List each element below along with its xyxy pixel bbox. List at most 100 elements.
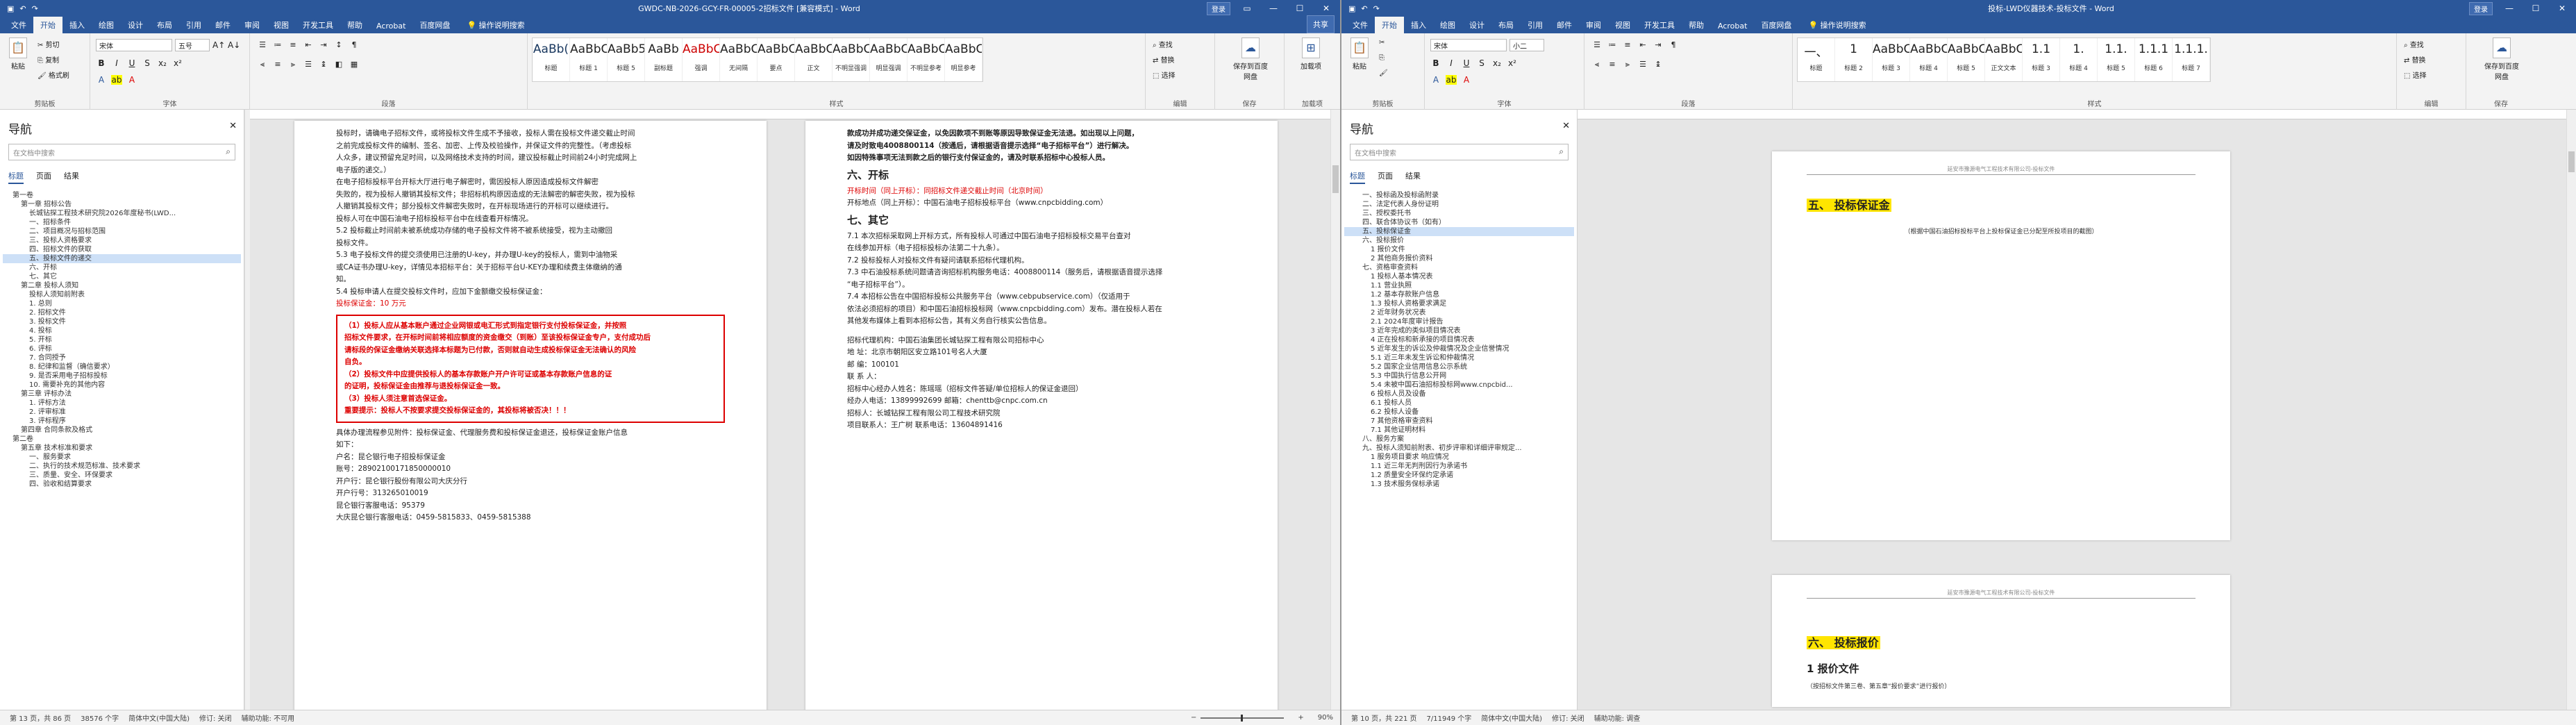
nav-heading-item[interactable]: 六、开标 [3, 263, 241, 272]
nav-heading-item[interactable]: 一、投标函及投标函附录 [1344, 191, 1574, 200]
text-effect-icon[interactable]: A [96, 75, 107, 85]
nav-tab[interactable]: 结果 [1405, 170, 1421, 184]
minimize-icon[interactable]: — [1264, 3, 1283, 13]
subscript-icon[interactable]: x₂ [157, 58, 168, 68]
style-item[interactable]: AaBbCcDd 无间隔 [720, 38, 758, 81]
ribbon-tab[interactable]: 绘图 [1433, 17, 1462, 33]
ribbon-tab[interactable]: 百度网盘 [1754, 17, 1798, 33]
align-right-icon[interactable]: ⫸ [287, 60, 299, 69]
ribbon-tab[interactable]: 审阅 [1579, 17, 1608, 33]
save-icon[interactable]: ▣ [7, 4, 14, 13]
document-page-right[interactable]: 款成功并成功递交保证金，以免因款项不到账等原因导致保证金无法退。如出现以上问题，… [805, 121, 1278, 710]
nav-heading-item[interactable]: 1.3 技术服务保标承诺 [1344, 480, 1574, 489]
style-item[interactable]: AaBbCcDd 正文文本 [1985, 38, 2023, 81]
style-item[interactable]: AaBbCcI 标题 4 [1910, 38, 1948, 81]
style-item[interactable]: 一、 标题 [1798, 38, 1835, 81]
redo-icon[interactable]: ↷ [32, 4, 38, 13]
scroll-thumb[interactable] [2568, 151, 2575, 172]
style-item[interactable]: AaBbCcDd 明显强调 [870, 38, 908, 81]
show-marks-icon[interactable]: ¶ [349, 40, 360, 49]
paste-button[interactable]: 📋 粘贴 [1346, 38, 1373, 71]
replace-button[interactable]: ⇄ 替换 [2404, 54, 2426, 65]
style-item[interactable]: AaBb5 标题 5 [608, 38, 645, 81]
undo-icon[interactable]: ↶ [19, 4, 26, 13]
align-center-icon[interactable]: ≡ [272, 60, 283, 69]
nav-heading-item[interactable]: 1 投标人基本情况表 [1344, 272, 1574, 281]
bullets-icon[interactable]: ☰ [257, 40, 268, 49]
document-page-left[interactable]: 投标时，请确电子招标文件，或将投标文件生成不予接收，投标人需在投标文件递交截止时… [294, 121, 767, 710]
nav-heading-item[interactable]: 1.1 营业执照 [1344, 281, 1574, 290]
ribbon-tab[interactable]: 开始 [33, 17, 62, 33]
nav-heading-item[interactable]: 第一卷 [3, 191, 241, 200]
select-button[interactable]: ⬚ 选择 [2404, 69, 2427, 80]
align-center-icon[interactable]: ≡ [1607, 60, 1618, 69]
style-item[interactable]: 1.1 标题 3 [2023, 38, 2060, 81]
superscript-icon[interactable]: x² [1507, 58, 1518, 68]
addins-button[interactable]: ⊞ 加载项 [1297, 38, 1325, 71]
nav-heading-item[interactable]: 9. 是否采用电子招标投标 [3, 372, 241, 381]
shrink-font-icon[interactable]: A↓ [228, 40, 240, 50]
nav-heading-item[interactable]: 第五章 技术标准和要求 [3, 444, 241, 453]
nav-heading-item[interactable]: 4 正在投标和新承接的项目情况表 [1344, 335, 1574, 344]
show-marks-icon[interactable]: ¶ [1668, 40, 1679, 49]
strikethrough-icon[interactable]: S [1476, 58, 1487, 68]
ribbon-tab[interactable]: 邮件 [208, 17, 237, 33]
minimize-icon[interactable]: — [2500, 3, 2519, 13]
style-item[interactable]: AaBbCcDd 明显参考 [945, 38, 982, 81]
style-item[interactable]: AaBbCcDc 正文 [795, 38, 833, 81]
ribbon-tab[interactable]: 设计 [1462, 17, 1491, 33]
nav-heading-item[interactable]: 第二章 投标人须知 [3, 281, 241, 290]
subscript-icon[interactable]: x₂ [1491, 58, 1503, 68]
style-item[interactable]: 1.1. 标题 5 [2098, 38, 2135, 81]
nav-heading-item[interactable]: 7 其他资格审查资料 [1344, 417, 1574, 426]
align-left-icon[interactable]: ⫷ [1591, 60, 1603, 69]
zoom-out-icon[interactable]: − [1191, 714, 1196, 722]
tell-me-search[interactable]: 💡 操作说明搜索 [462, 17, 528, 33]
cut-button[interactable]: ✂ 剪切 [37, 39, 60, 49]
style-item[interactable]: 1.1.1. 标题 7 [2173, 38, 2210, 81]
nav-heading-item[interactable]: 二、项目概况与招标范围 [3, 227, 241, 236]
close-icon[interactable]: ✕ [1316, 3, 1336, 13]
nav-heading-item[interactable]: 七、其它 [3, 272, 241, 281]
document-page-price[interactable]: 延安市豫源电气工程技术有限公司-投标文件 六、 投标报价 1 报价文件 （按招标… [1772, 575, 2230, 707]
nav-heading-item[interactable]: 3 近年完成的类似项目情况表 [1344, 326, 1574, 335]
ribbon-tab[interactable]: 插入 [62, 17, 92, 33]
nav-tab[interactable]: 标题 [1350, 170, 1365, 184]
ribbon-tab[interactable]: 邮件 [1550, 17, 1579, 33]
nav-heading-item[interactable]: 6.2 投标人设备 [1344, 408, 1574, 417]
nav-heading-item[interactable]: 2. 评审标准 [3, 408, 241, 417]
font-color-icon[interactable]: A [1461, 75, 1472, 85]
ribbon-tab[interactable]: 开发工具 [296, 17, 340, 33]
nav-heading-item[interactable]: 2 近年财务状况表 [1344, 308, 1574, 317]
ribbon-tab[interactable]: 帮助 [340, 17, 369, 33]
numbering-icon[interactable]: ≔ [272, 40, 283, 49]
nav-search-input[interactable]: 在文档中搜索 ⌕ [1350, 144, 1569, 160]
ribbon-tab[interactable]: 文件 [4, 17, 33, 33]
nav-heading-item[interactable]: 1.3 投标人资格要求满足 [1344, 299, 1574, 308]
nav-heading-item[interactable]: 1 服务项目要求 响应情况 [1344, 453, 1574, 462]
zoom-in-icon[interactable]: + [1298, 714, 1303, 722]
zoom-level[interactable]: 90% [1318, 714, 1333, 722]
bold-icon[interactable]: B [96, 58, 107, 68]
style-item[interactable]: AaBbCcI 标题 1 [570, 38, 608, 81]
copy-button[interactable]: ⎘ 复制 [37, 54, 59, 65]
nav-heading-item[interactable]: 4. 投标 [3, 326, 241, 335]
underline-icon[interactable]: U [126, 58, 137, 68]
nav-heading-item[interactable]: 7.1 其他证明材料 [1344, 426, 1574, 435]
justify-icon[interactable]: ☰ [303, 60, 314, 69]
ribbon-tab[interactable]: 百度网盘 [412, 17, 457, 33]
nav-heading-item[interactable]: 2 其他商务报价资料 [1344, 254, 1574, 263]
accessibility[interactable]: 辅助功能: 不可用 [242, 712, 295, 723]
align-right-icon[interactable]: ⫸ [1622, 60, 1633, 69]
doc-scrollbar[interactable] [2566, 110, 2576, 710]
ribbon-tab[interactable]: 插入 [1404, 17, 1433, 33]
font-name-select[interactable]: 宋体 [96, 39, 172, 51]
sort-icon[interactable]: ↕ [333, 40, 344, 49]
strikethrough-icon[interactable]: S [142, 58, 153, 68]
text-effect-icon[interactable]: A [1430, 75, 1441, 85]
style-item[interactable]: AaBbCcDd 强调 [683, 38, 720, 81]
nav-tab[interactable]: 页面 [36, 170, 51, 184]
multilevel-icon[interactable]: ≡ [287, 40, 299, 49]
select-button[interactable]: ⬚ 选择 [1153, 69, 1176, 80]
cut-icon[interactable]: ✂ [1379, 39, 1385, 47]
